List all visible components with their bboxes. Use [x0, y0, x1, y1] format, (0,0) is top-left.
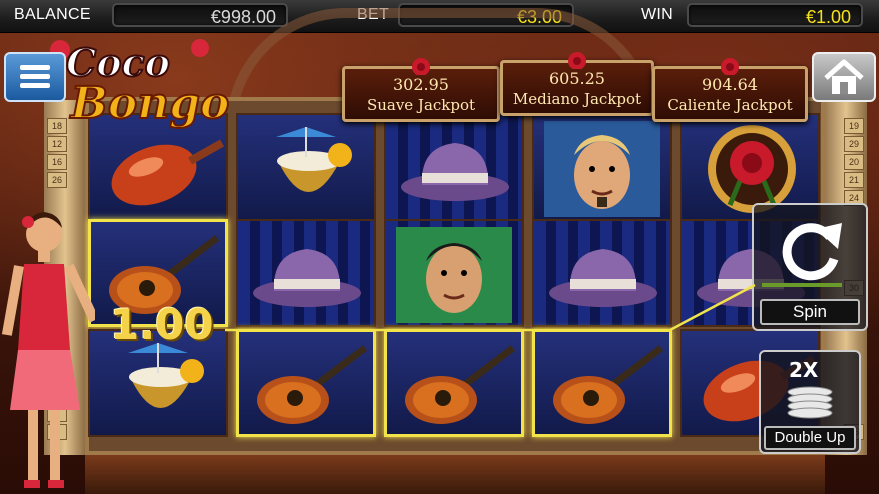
spin-button[interactable]: Spin [752, 203, 868, 331]
rose-icon [568, 52, 586, 69]
home-button[interactable] [812, 52, 876, 102]
double-up-button[interactable]: 2X Double Up [759, 350, 861, 454]
payline-number: 12 [47, 136, 67, 152]
hat-symbol-icon [253, 249, 361, 307]
guitar-symbol-icon [553, 345, 664, 424]
reel-cell-guitar [384, 329, 524, 437]
reel-cell-face-green [384, 219, 524, 327]
guitar-symbol-icon [257, 345, 368, 424]
jackpot-suave: 302.95 Suave Jackpot [342, 58, 500, 122]
jackpot-name: Suave Jackpot [366, 96, 476, 114]
payline-number: 16 [47, 154, 67, 170]
reel-cell-drink [236, 113, 376, 221]
double-badge: 2X [789, 358, 819, 382]
dancer-character [1, 212, 95, 488]
jackpot-amount: 302.95 [393, 75, 449, 94]
jackpot-name: Caliente Jackpot [667, 96, 793, 114]
jackpot-amount: 904.64 [702, 75, 758, 94]
reel-cell-guitar [236, 329, 376, 437]
reel-cell-hat [532, 219, 672, 327]
win-label: WIN [641, 6, 674, 23]
reel-cell-face-blue [532, 113, 672, 221]
reel-cell-hat [236, 219, 376, 327]
payline-number: 21 [844, 172, 864, 188]
lollipop-symbol-icon [111, 139, 224, 206]
jackpot-name: Mediano Jackpot [512, 90, 642, 108]
home-icon [824, 59, 864, 94]
payline-number: 26 [47, 172, 67, 188]
face-blue-symbol-icon [544, 121, 660, 217]
drink-symbol-icon [276, 127, 352, 192]
spin-label: Spin [760, 299, 860, 325]
reel-cell-hat [384, 113, 524, 221]
jackpot-caliente: 904.64 Caliente Jackpot [652, 58, 808, 122]
stage-floor [85, 455, 825, 494]
win-value: €1.00 [687, 3, 863, 27]
payline-number: 19 [844, 118, 864, 134]
hat-symbol-icon [549, 249, 657, 307]
refresh-icon [762, 223, 842, 287]
win-amount-display: 1.00 [110, 300, 214, 349]
rose-icon [721, 58, 739, 75]
payline-number: 20 [844, 154, 864, 170]
jackpot-amount: 605.25 [549, 69, 605, 88]
jackpot-mediano: 605.25 Mediano Jackpot [500, 52, 654, 116]
coin-stack-icon [787, 386, 833, 419]
double-up-label: Double Up [764, 426, 856, 450]
hat-symbol-icon [401, 143, 509, 201]
logo-line2: Bongo [69, 78, 230, 129]
reel-cell-guitar [532, 329, 672, 437]
menu-button[interactable] [4, 52, 66, 102]
coco-bongo-logo: Coco Bongo [50, 39, 230, 130]
drink-symbol-icon [128, 343, 204, 408]
payline-number: 29 [844, 136, 864, 152]
rose-icon [412, 58, 430, 75]
balance-value: €998.00 [112, 3, 288, 27]
balance-label: BALANCE [14, 6, 91, 23]
guitar-symbol-icon [405, 345, 516, 424]
face-green-symbol-icon [396, 227, 512, 323]
